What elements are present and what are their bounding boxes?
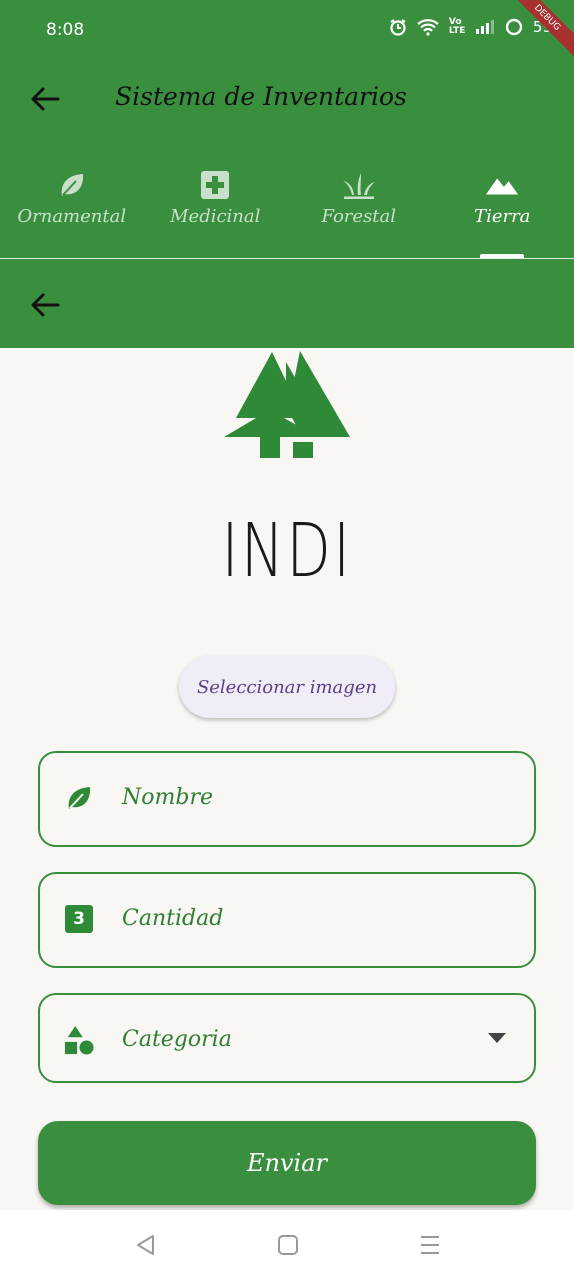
select-image-button[interactable]: Seleccionar imagen (179, 656, 395, 718)
grass-icon (342, 170, 376, 200)
page-title: Sistema de Inventarios (115, 82, 407, 111)
tab-label: Tierra (474, 206, 531, 227)
secondary-back-button[interactable] (28, 288, 62, 322)
status-bar: 8:08 Vo LTE 59 DEBUG (0, 0, 574, 64)
tab-tierra[interactable]: Tierra (431, 162, 574, 258)
network-label: Vo LTE (448, 17, 466, 36)
category-dropdown[interactable]: Categoria (38, 993, 536, 1083)
app-bar: 8:08 Vo LTE 59 DEBUG Sistema de Inventar… (0, 0, 574, 348)
alarm-icon (390, 19, 406, 36)
triangle-back-icon (137, 1235, 154, 1255)
tab-label: Forestal (321, 206, 397, 227)
name-field[interactable]: Nombre (38, 751, 536, 847)
tab-forestal[interactable]: Forestal (287, 162, 431, 258)
tab-medicinal[interactable]: Medicinal (144, 162, 288, 258)
status-icons: Vo LTE 59 (389, 18, 552, 36)
tab-bar: Ornamental Medicinal Forestal Tierra (0, 162, 574, 258)
divider (0, 258, 574, 259)
nav-back-button[interactable] (132, 1232, 160, 1258)
name-field-label: Nombre (122, 785, 213, 810)
leaf-icon (64, 783, 94, 813)
back-button[interactable] (28, 82, 62, 116)
signal-icon (475, 20, 494, 34)
nav-home-button[interactable] (274, 1232, 302, 1258)
arrow-left-icon (31, 87, 60, 111)
number-three-icon: 3 (64, 904, 94, 934)
status-time: 8:08 (46, 20, 85, 40)
submit-button[interactable]: Enviar (38, 1121, 536, 1205)
quantity-field[interactable]: 3 Cantidad (38, 872, 536, 968)
pine-trees-icon (222, 350, 352, 460)
number-three-glyph: 3 (65, 905, 93, 933)
tab-label: Ornamental (17, 206, 127, 227)
dropdown-arrow-icon (488, 1033, 506, 1043)
tab-ornamental[interactable]: Ornamental (0, 162, 144, 258)
square-home-icon (278, 1235, 298, 1255)
system-nav-bar (0, 1210, 574, 1280)
battery-ring-icon (505, 18, 523, 36)
medical-cross-icon (198, 170, 232, 200)
shapes-icon (64, 1025, 94, 1055)
menu-lines-icon (421, 1236, 439, 1254)
tab-label: Medicinal (170, 206, 261, 227)
leaf-icon (55, 170, 89, 200)
arrow-left-icon (31, 293, 60, 317)
mountain-icon (485, 170, 519, 200)
category-field-label: Categoria (122, 1027, 232, 1052)
wifi-icon (417, 19, 439, 36)
quantity-field-label: Cantidad (122, 906, 224, 931)
nav-menu-button[interactable] (416, 1232, 444, 1258)
brand-name: INDI (221, 508, 353, 594)
title-row: Sistema de Inventarios (0, 64, 574, 134)
